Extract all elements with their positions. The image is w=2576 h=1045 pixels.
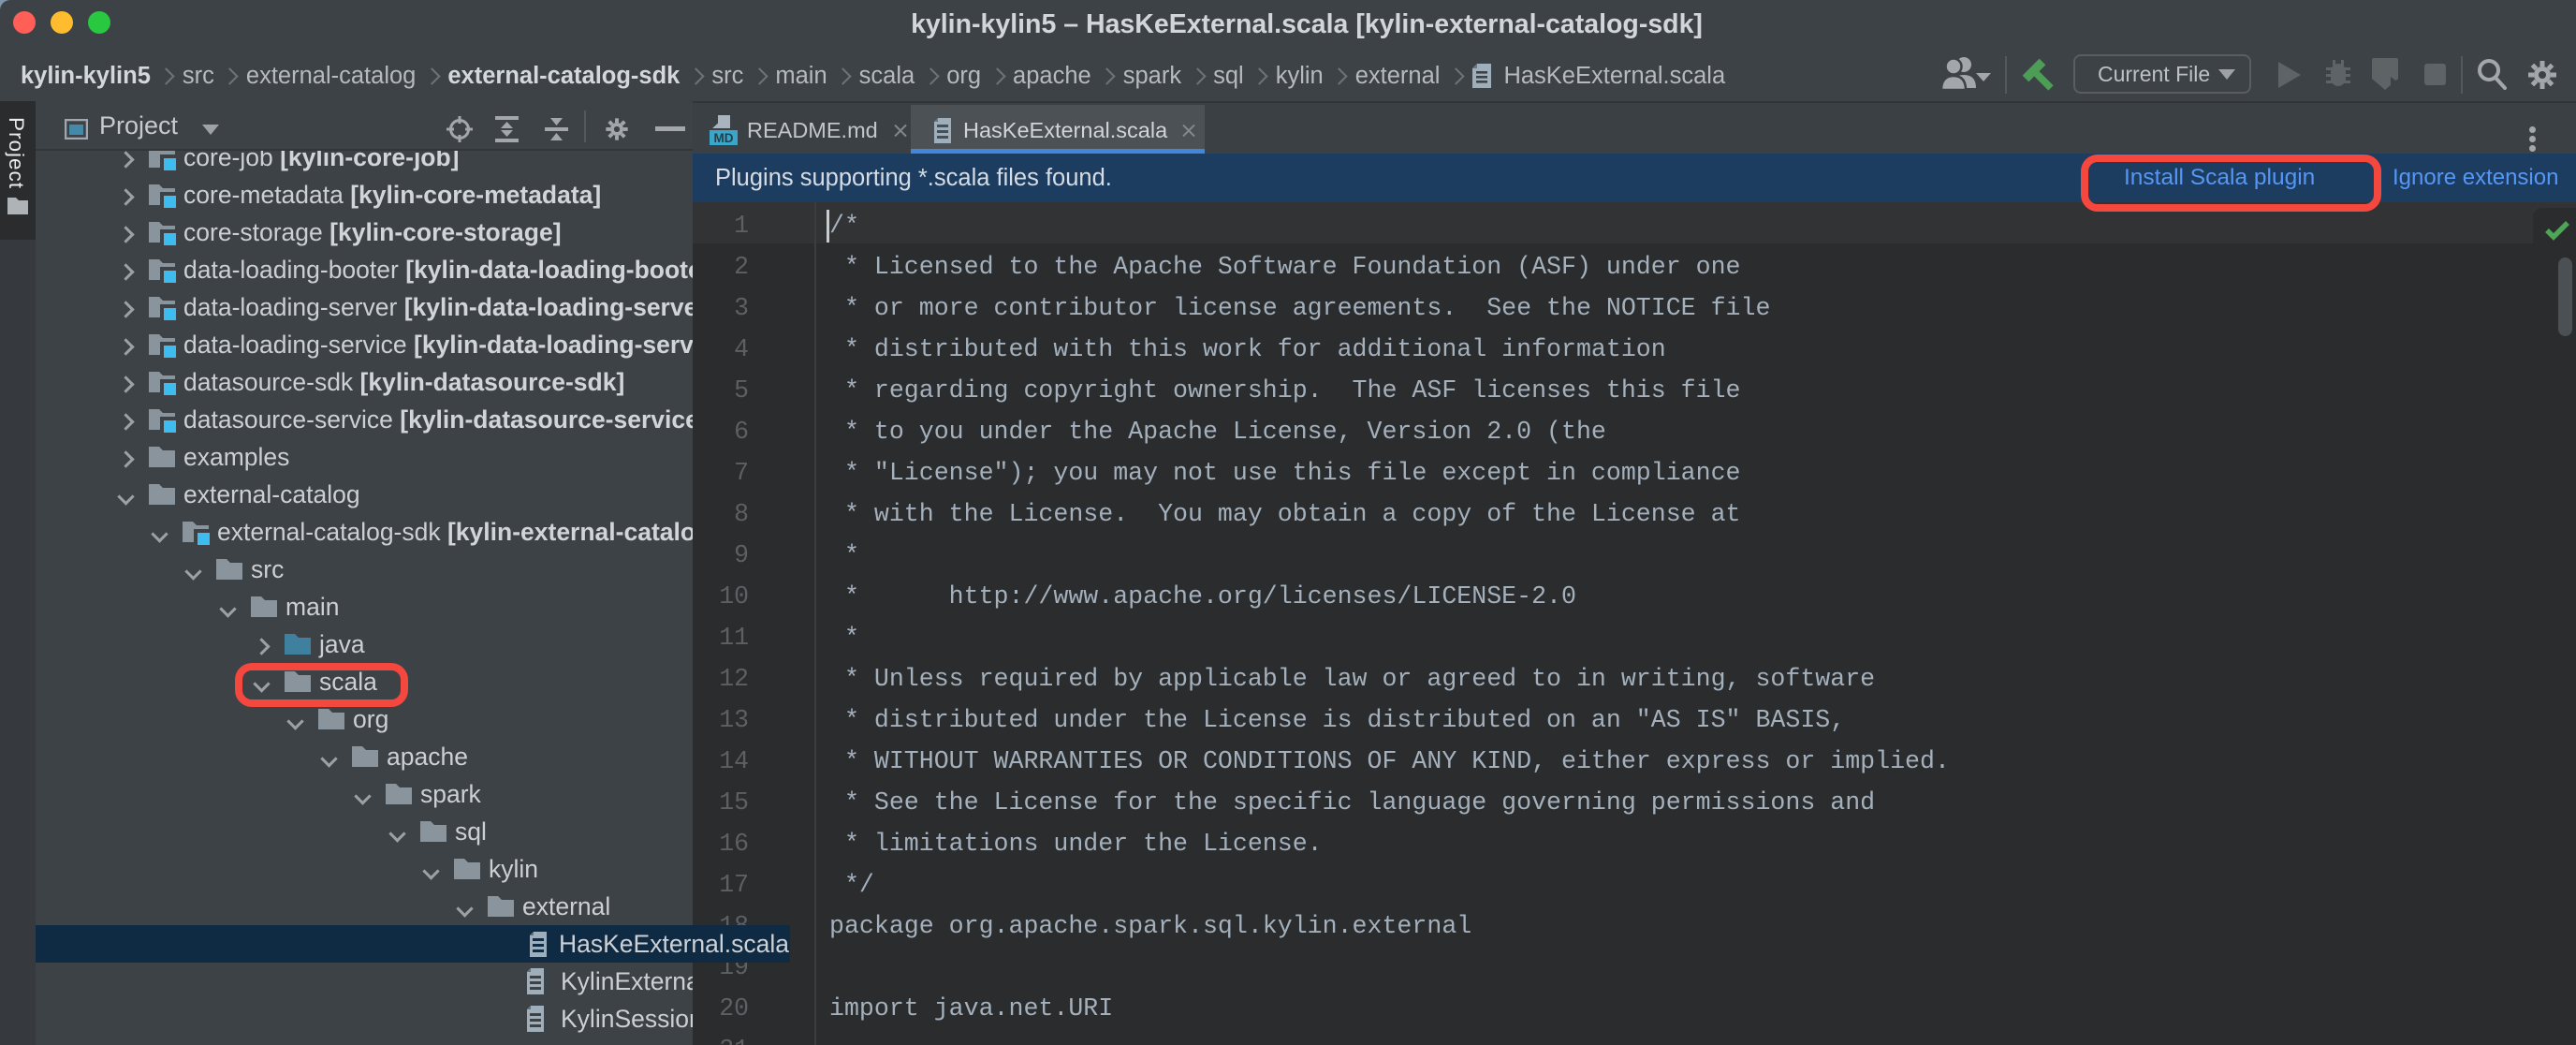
svg-text:MD: MD (714, 131, 734, 145)
